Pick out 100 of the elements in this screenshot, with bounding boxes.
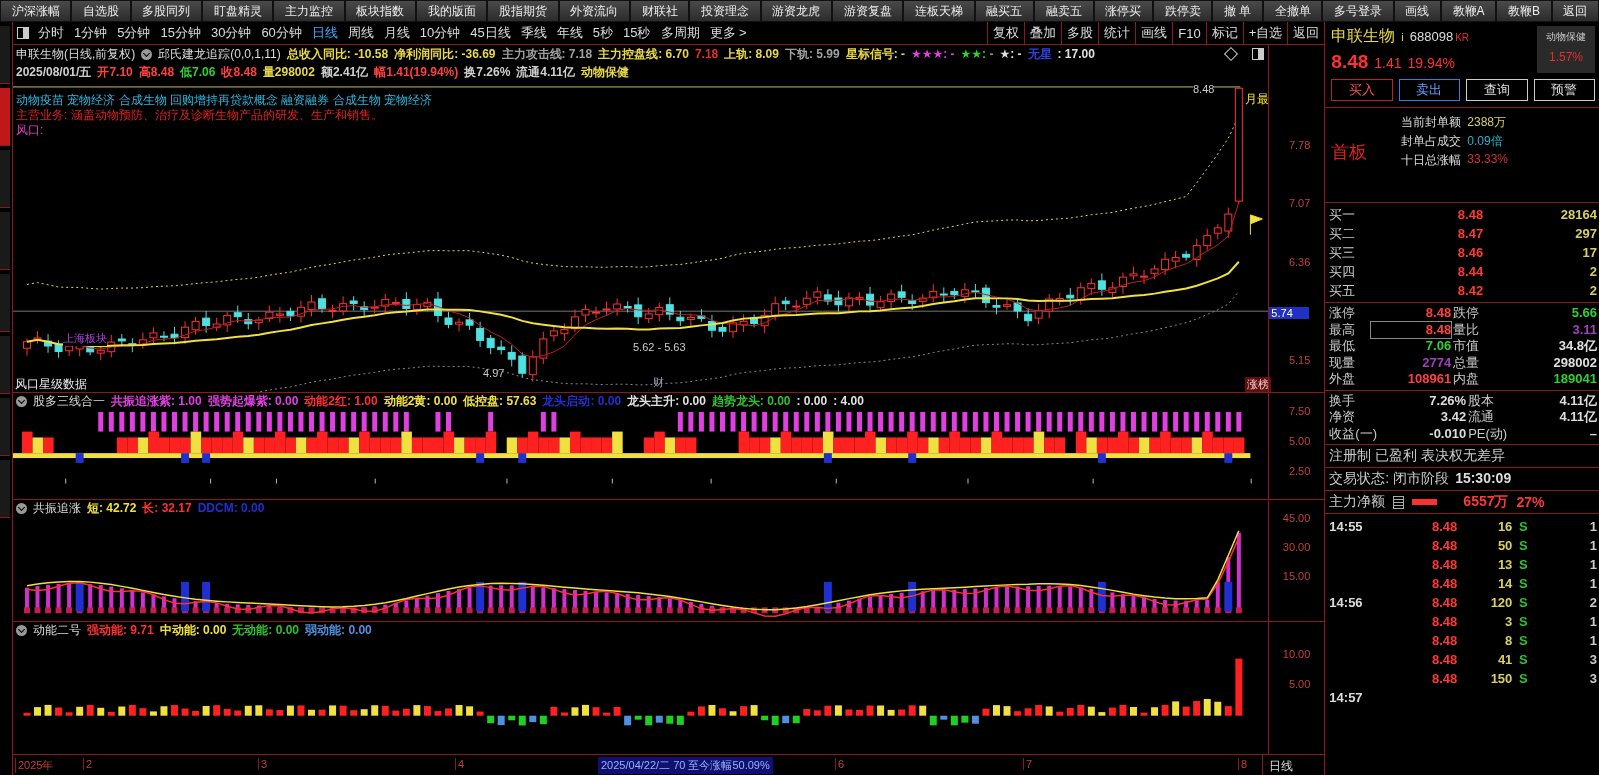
stat-value: 7.06 (1424, 338, 1452, 355)
stat-value: 8.48 (1371, 321, 1452, 338)
dropdown-icon[interactable] (141, 48, 153, 60)
more-button[interactable]: 更多 > (704, 24, 752, 42)
indicator-value: ★: - (999, 47, 1022, 61)
chart-tool-button[interactable]: 叠加 (1024, 22, 1062, 44)
indicator-value: 龙头主升: 0.00 (627, 392, 706, 410)
period-tab[interactable]: 年线 (551, 24, 588, 42)
toolbar-button[interactable]: 返回 (1551, 0, 1599, 22)
chart-tool-button[interactable]: 返回 (1287, 22, 1325, 44)
main-net-percent: 27% (1516, 494, 1545, 510)
toolbar-button[interactable]: 股指期货 (487, 0, 559, 22)
period-tab[interactable]: 1分钟 (69, 24, 113, 42)
stat-value: 2774 (1421, 354, 1452, 371)
indicator-value: 趋势龙头: 0.00 (711, 392, 791, 410)
stat-label: 跌停 (1453, 305, 1481, 322)
indicator-value: 总收入同比: -10.58 (286, 45, 389, 63)
market-label: KR (1455, 32, 1470, 43)
stat-label: 现量 (1329, 354, 1357, 371)
toolbar-button[interactable]: 游资复盘 (832, 0, 904, 22)
trade-button[interactable]: 预警 (1533, 79, 1596, 101)
period-tab[interactable]: 月线 (378, 24, 415, 42)
period-tab[interactable]: 分时 (33, 24, 69, 42)
sector-card[interactable]: 动物保健 1.57% (1537, 26, 1595, 73)
toolbar-button[interactable]: 游资龙虎 (760, 0, 833, 22)
tick-volume: 14 (1496, 576, 1513, 591)
toolbar-button[interactable]: 多股同列 (130, 0, 203, 22)
toolbar-button[interactable]: 连板天梯 (903, 0, 975, 22)
board-label: 首板 (1331, 141, 1369, 164)
toolbar-button[interactable]: 外资流向 (558, 0, 631, 22)
period-tab[interactable]: 5分钟 (112, 24, 156, 42)
axis-label: 15.00 (1282, 569, 1311, 582)
bid-label: 买三 (1329, 244, 1357, 262)
chart-annotation: 涨榜 (1245, 377, 1271, 392)
stat-label: 收益(一) (1329, 425, 1378, 442)
toolbar-button[interactable]: 全撤单 (1262, 0, 1323, 22)
indicator-name: 股多三线合一 (33, 392, 105, 410)
toolbar-button[interactable]: 融卖五 (1034, 0, 1094, 22)
toolbar-button[interactable]: 主力监控 (273, 0, 345, 22)
period-tab[interactable]: 30分钟 (205, 24, 257, 42)
chart-tool-button[interactable]: 复权 (987, 22, 1025, 44)
chart-tool-button[interactable]: 多股 (1061, 22, 1099, 44)
period-tab[interactable]: 45日线 (465, 24, 516, 42)
chart-tool-button[interactable]: 标记 (1205, 22, 1243, 44)
toolbar-button[interactable]: 融买五 (974, 0, 1035, 22)
period-tab[interactable]: 60分钟 (256, 24, 307, 42)
period-tab[interactable]: 日线 (306, 24, 343, 42)
toolbar-button[interactable]: 我的版面 (416, 0, 488, 22)
trade-button[interactable]: 买入 (1331, 79, 1393, 101)
chart-tool-button[interactable]: F10 (1172, 22, 1206, 44)
stat-label: 总量 (1453, 354, 1481, 371)
bid-price: 8.42 (1456, 282, 1484, 300)
trade-button[interactable]: 查询 (1466, 79, 1528, 101)
seal-label: 封单占成交 (1401, 133, 1462, 150)
indicator-value: 主力控盘线: 6.70 (598, 45, 689, 63)
chart-tool-button[interactable]: 画线 (1135, 22, 1173, 44)
indicator-value: ★★: - (960, 47, 994, 61)
period-tab[interactable]: 10分钟 (414, 24, 466, 42)
toolbar-button[interactable]: 板块指数 (344, 0, 417, 22)
toolbar-button[interactable]: 画线 (1393, 0, 1441, 22)
dropdown-icon[interactable] (16, 624, 27, 636)
period-tab[interactable]: 15分钟 (155, 24, 206, 42)
chart-tool-button[interactable]: 统计 (1098, 22, 1136, 44)
axis-label: 7.78 (1288, 139, 1311, 151)
tick-volume: 3 (1504, 614, 1513, 629)
toolbar-button[interactable]: 跌停卖 (1152, 0, 1213, 22)
last-price: 8.48 (1331, 51, 1369, 73)
period-tab[interactable]: 季线 (515, 24, 552, 42)
panel-icon[interactable] (1252, 48, 1265, 60)
toolbar-button[interactable]: 教鞭A (1440, 0, 1497, 22)
tick-time: 14:56 (1329, 595, 1364, 610)
stat-label: 流通 (1468, 409, 1496, 426)
toolbar-button[interactable]: 多号登录 (1322, 0, 1394, 22)
toolbar-button[interactable]: 自选股 (71, 0, 131, 22)
trade-button[interactable]: 卖出 (1398, 79, 1461, 101)
layout-icon[interactable] (17, 27, 29, 39)
toolbar-button[interactable]: 教鞭B (1496, 0, 1552, 22)
period-tab[interactable]: 周线 (342, 24, 379, 42)
toolbar-button[interactable]: 投资理念 (689, 0, 761, 22)
bid-label: 买二 (1329, 225, 1357, 243)
period-tab[interactable]: 15秒 (618, 24, 656, 42)
indicator-value: 无动能: 0.00 (232, 621, 300, 639)
toolbar-button[interactable]: 沪深涨幅 (0, 0, 72, 22)
toolbar-button[interactable]: 盯盘精灵 (202, 0, 274, 22)
chart-title: 申联生物(日线,前复权) (16, 45, 136, 63)
quote-value: 额2.41亿 (320, 63, 369, 81)
toolbar-button[interactable]: 涨停买 (1093, 0, 1153, 22)
toolbar-button[interactable]: 财联社 (630, 0, 690, 22)
period-tab[interactable]: 5秒 (587, 24, 619, 42)
info-mark[interactable]: i (1401, 31, 1404, 43)
indicator-value: 主力攻击线: 7.18 (501, 45, 593, 63)
dropdown-icon[interactable] (16, 395, 27, 407)
tick-side-label: S (1518, 576, 1529, 591)
period-tab[interactable]: 多周期 (655, 24, 705, 42)
tick-volume: 150 (1489, 671, 1513, 686)
chart-tool-button[interactable]: +自选 (1242, 22, 1288, 44)
toolbar-button[interactable]: 撤 单 (1212, 0, 1263, 22)
stat-label: 涨停 (1329, 305, 1357, 322)
dropdown-icon[interactable] (16, 502, 27, 514)
list-icon[interactable] (1393, 495, 1405, 509)
